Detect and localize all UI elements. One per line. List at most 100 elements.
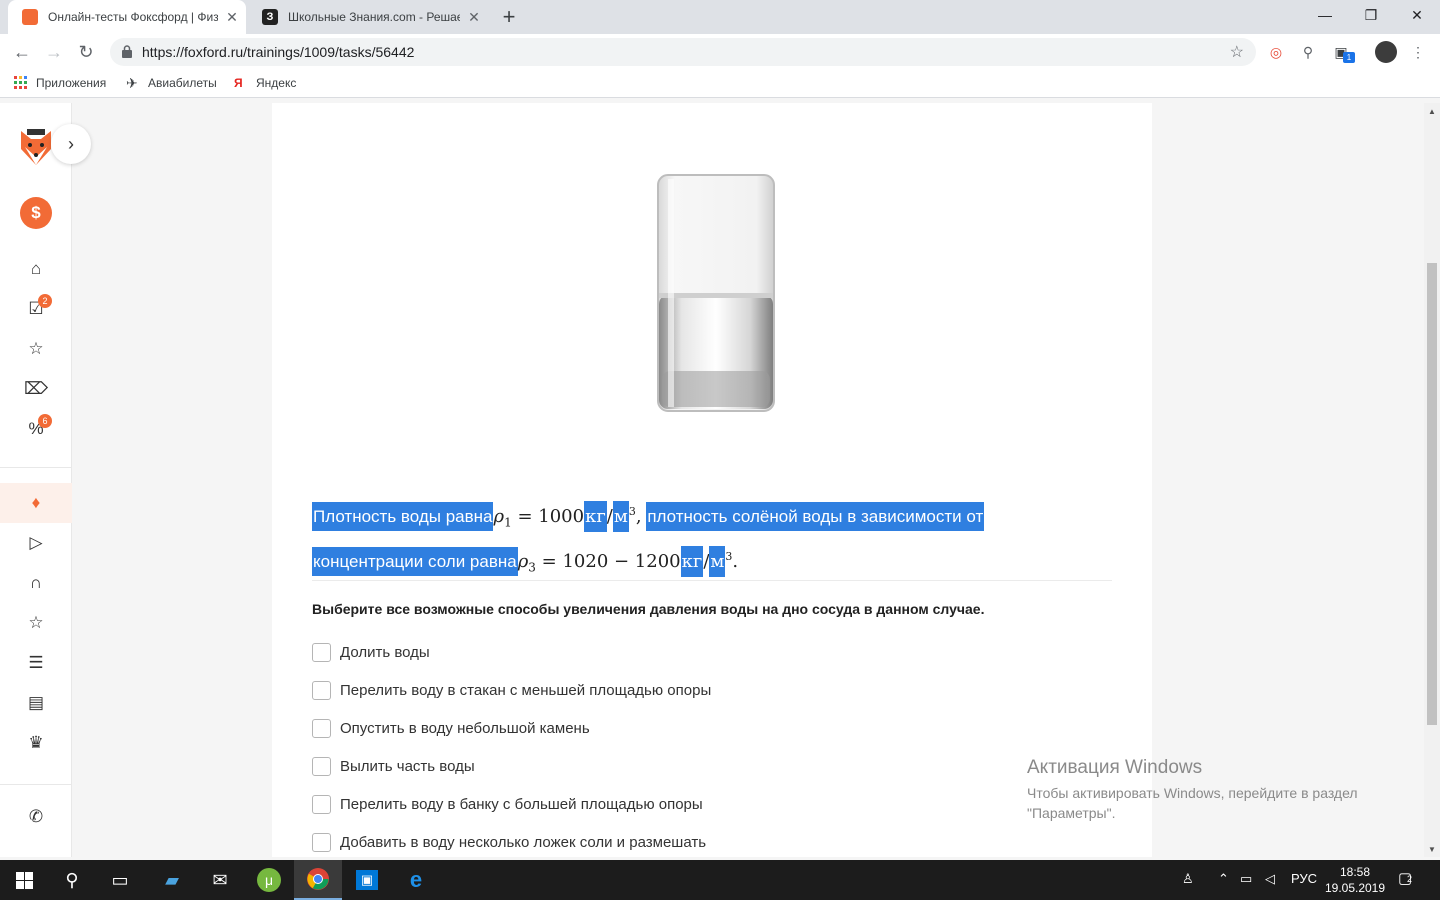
url-text: https://foxford.ru/trainings/1009/tasks/… bbox=[142, 44, 415, 60]
tab-title: Онлайн-тесты Фоксфорд | Физи bbox=[48, 10, 218, 24]
menu-kebab-icon[interactable]: ⋮ bbox=[1408, 42, 1428, 62]
problem-text: плотность солёной воды в зависимости от bbox=[646, 502, 985, 531]
star-icon[interactable]: ☆ bbox=[20, 333, 52, 365]
language-indicator[interactable]: РУС bbox=[1291, 871, 1317, 886]
search-icon[interactable]: ⚲ bbox=[48, 860, 96, 900]
checkbox[interactable] bbox=[312, 719, 331, 738]
checkbox[interactable] bbox=[312, 757, 331, 776]
close-tab-icon[interactable]: ✕ bbox=[218, 9, 246, 26]
scroll-down-icon[interactable]: ▼ bbox=[1428, 845, 1436, 854]
home-icon[interactable]: ⌂ bbox=[20, 253, 52, 285]
checkbox[interactable] bbox=[312, 643, 331, 662]
headphones-icon[interactable]: ∩ bbox=[20, 567, 52, 599]
apps-grid-icon bbox=[14, 76, 27, 89]
mail-icon[interactable]: ✉ bbox=[196, 860, 244, 900]
library-icon[interactable]: ☰ bbox=[20, 647, 52, 679]
edge-icon[interactable]: e bbox=[392, 860, 440, 900]
foxford-logo-icon[interactable] bbox=[17, 127, 55, 167]
fire-icon[interactable]: ♦ bbox=[20, 487, 52, 519]
chrome-icon[interactable] bbox=[294, 860, 342, 900]
bookmark-label: Авиабилеты bbox=[148, 76, 217, 90]
clock-date: 19.05.2019 bbox=[1324, 881, 1386, 895]
minimize-icon[interactable]: — bbox=[1302, 0, 1348, 30]
option-label: Перелить воду в стакан с меньшей площадь… bbox=[340, 682, 712, 699]
back-icon[interactable]: ← bbox=[8, 38, 36, 66]
extension-cube-icon[interactable]: ▣ 1 bbox=[1331, 42, 1355, 63]
notifications-icon[interactable]: ▢ 2 bbox=[1398, 869, 1412, 887]
tab-foxford[interactable]: Онлайн-тесты Фоксфорд | Физи ✕ bbox=[8, 0, 246, 34]
sidebar: › $ ⌂ ☑ 2 ☆ ⌦ % 6 ♦ ▷ ∩ ☆ ☰ ▤ ♛ ✆ bbox=[0, 103, 91, 857]
extension-badge: 1 bbox=[1343, 52, 1355, 63]
scrollbar-thumb[interactable] bbox=[1427, 263, 1437, 725]
bookmarks-bar: Приложения ✈ Авиабилеты Я Яндекс bbox=[0, 70, 1440, 98]
windows-activation-watermark: Активация Windows Чтобы активировать Win… bbox=[1027, 757, 1407, 823]
option-label: Добавить в воду несколько ложек соли и р… bbox=[340, 834, 707, 851]
utorrent-icon[interactable]: μ bbox=[245, 860, 293, 900]
browser-toolbar: ← → ↻ https://foxford.ru/trainings/1009/… bbox=[0, 34, 1440, 70]
forward-icon[interactable]: → bbox=[40, 38, 68, 66]
volume-icon[interactable]: ◁ bbox=[1265, 871, 1275, 887]
network-icon[interactable]: ▭ bbox=[1240, 871, 1252, 887]
clock[interactable]: 18:58 19.05.2019 bbox=[1320, 864, 1390, 896]
close-tab-icon[interactable]: ✕ bbox=[460, 9, 488, 26]
question-text: Выберите все возможные способы увеличени… bbox=[312, 601, 985, 617]
task-card: Плотность воды равнаρ1 = 1000кг/м3, плот… bbox=[272, 103, 1152, 857]
option-4[interactable]: Вылить часть воды bbox=[312, 757, 475, 776]
extension-target-icon[interactable]: ◎ bbox=[1266, 42, 1286, 62]
formula-rho3: ρ3 = 1020 − 1200кг/м3. bbox=[518, 545, 738, 577]
option-5[interactable]: Перелить воду в банку с большей площадью… bbox=[312, 795, 703, 814]
trophy-icon[interactable]: ♛ bbox=[20, 727, 52, 759]
checkbox[interactable] bbox=[312, 681, 331, 700]
problem-text: Плотность воды равна bbox=[312, 502, 494, 531]
bookmark-flights[interactable]: ✈ Авиабилеты bbox=[126, 76, 217, 90]
address-bar[interactable]: https://foxford.ru/trainings/1009/tasks/… bbox=[110, 38, 1256, 66]
phone-icon[interactable]: ✆ bbox=[20, 801, 52, 833]
checkbox[interactable] bbox=[312, 833, 331, 852]
bookmark-star-icon[interactable]: ☆ bbox=[1230, 42, 1244, 62]
tray-expand-icon[interactable]: ⌃ bbox=[1218, 871, 1229, 887]
bookmark-apps[interactable]: Приложения bbox=[14, 76, 106, 90]
this-pc-icon[interactable]: ▰ bbox=[148, 860, 196, 900]
profile-logo-icon[interactable]: $ bbox=[20, 197, 52, 229]
znanija-favicon-icon: З bbox=[262, 9, 278, 25]
expand-sidebar-button[interactable]: › bbox=[51, 124, 91, 164]
option-2[interactable]: Перелить воду в стакан с меньшей площадь… bbox=[312, 681, 711, 700]
activation-text: "Параметры". bbox=[1027, 805, 1116, 821]
scroll-up-icon[interactable]: ▲ bbox=[1428, 107, 1436, 116]
option-label: Вылить часть воды bbox=[340, 758, 475, 775]
task-view-icon[interactable]: ▭ bbox=[96, 860, 144, 900]
sidebar-divider bbox=[0, 784, 72, 785]
water-glass-image bbox=[657, 174, 775, 412]
new-tab-button[interactable]: + bbox=[496, 4, 522, 30]
page-scrollbar[interactable]: ▲ ▼ bbox=[1424, 103, 1440, 857]
store-icon[interactable]: ▣ bbox=[343, 860, 391, 900]
sidebar-divider bbox=[0, 467, 72, 468]
restore-icon[interactable]: ❐ bbox=[1348, 0, 1394, 30]
option-label: Долить воды bbox=[340, 644, 430, 661]
activation-text: Чтобы активировать Windows, перейдите в … bbox=[1027, 785, 1358, 801]
tab-znanija[interactable]: З Школьные Знания.com - Решае ✕ bbox=[248, 0, 488, 34]
tag-icon[interactable]: ⌦ bbox=[20, 373, 52, 405]
reload-icon[interactable]: ↻ bbox=[72, 38, 100, 66]
option-label: Опустить в воду небольшой камень bbox=[340, 720, 590, 737]
tab-title: Школьные Знания.com - Решае bbox=[288, 10, 460, 24]
people-icon[interactable]: ♙ bbox=[1182, 871, 1194, 887]
bookmark-yandex[interactable]: Я Яндекс bbox=[234, 76, 296, 90]
option-1[interactable]: Долить воды bbox=[312, 643, 430, 662]
window-close-icon[interactable]: ✕ bbox=[1394, 0, 1440, 30]
option-6[interactable]: Добавить в воду несколько ложек соли и р… bbox=[312, 833, 706, 852]
play-icon[interactable]: ▷ bbox=[20, 527, 52, 559]
favorites-star-icon[interactable]: ☆ bbox=[20, 607, 52, 639]
yandex-icon: Я bbox=[234, 76, 243, 90]
windows-start-icon[interactable] bbox=[0, 860, 48, 900]
bus-icon[interactable]: ▤ bbox=[20, 687, 52, 719]
avatar[interactable] bbox=[1375, 41, 1397, 63]
tab-strip: Онлайн-тесты Фоксфорд | Физи ✕ З Школьны… bbox=[0, 0, 1440, 34]
clock-time: 18:58 bbox=[1339, 865, 1371, 879]
checkbox[interactable] bbox=[312, 795, 331, 814]
activation-title: Активация Windows bbox=[1027, 757, 1203, 778]
search-icon[interactable]: ⚲ bbox=[1298, 42, 1318, 62]
discount-badge: 6 bbox=[38, 414, 52, 428]
option-3[interactable]: Опустить в воду небольшой камень bbox=[312, 719, 590, 738]
notification-count: 2 bbox=[1407, 874, 1413, 884]
